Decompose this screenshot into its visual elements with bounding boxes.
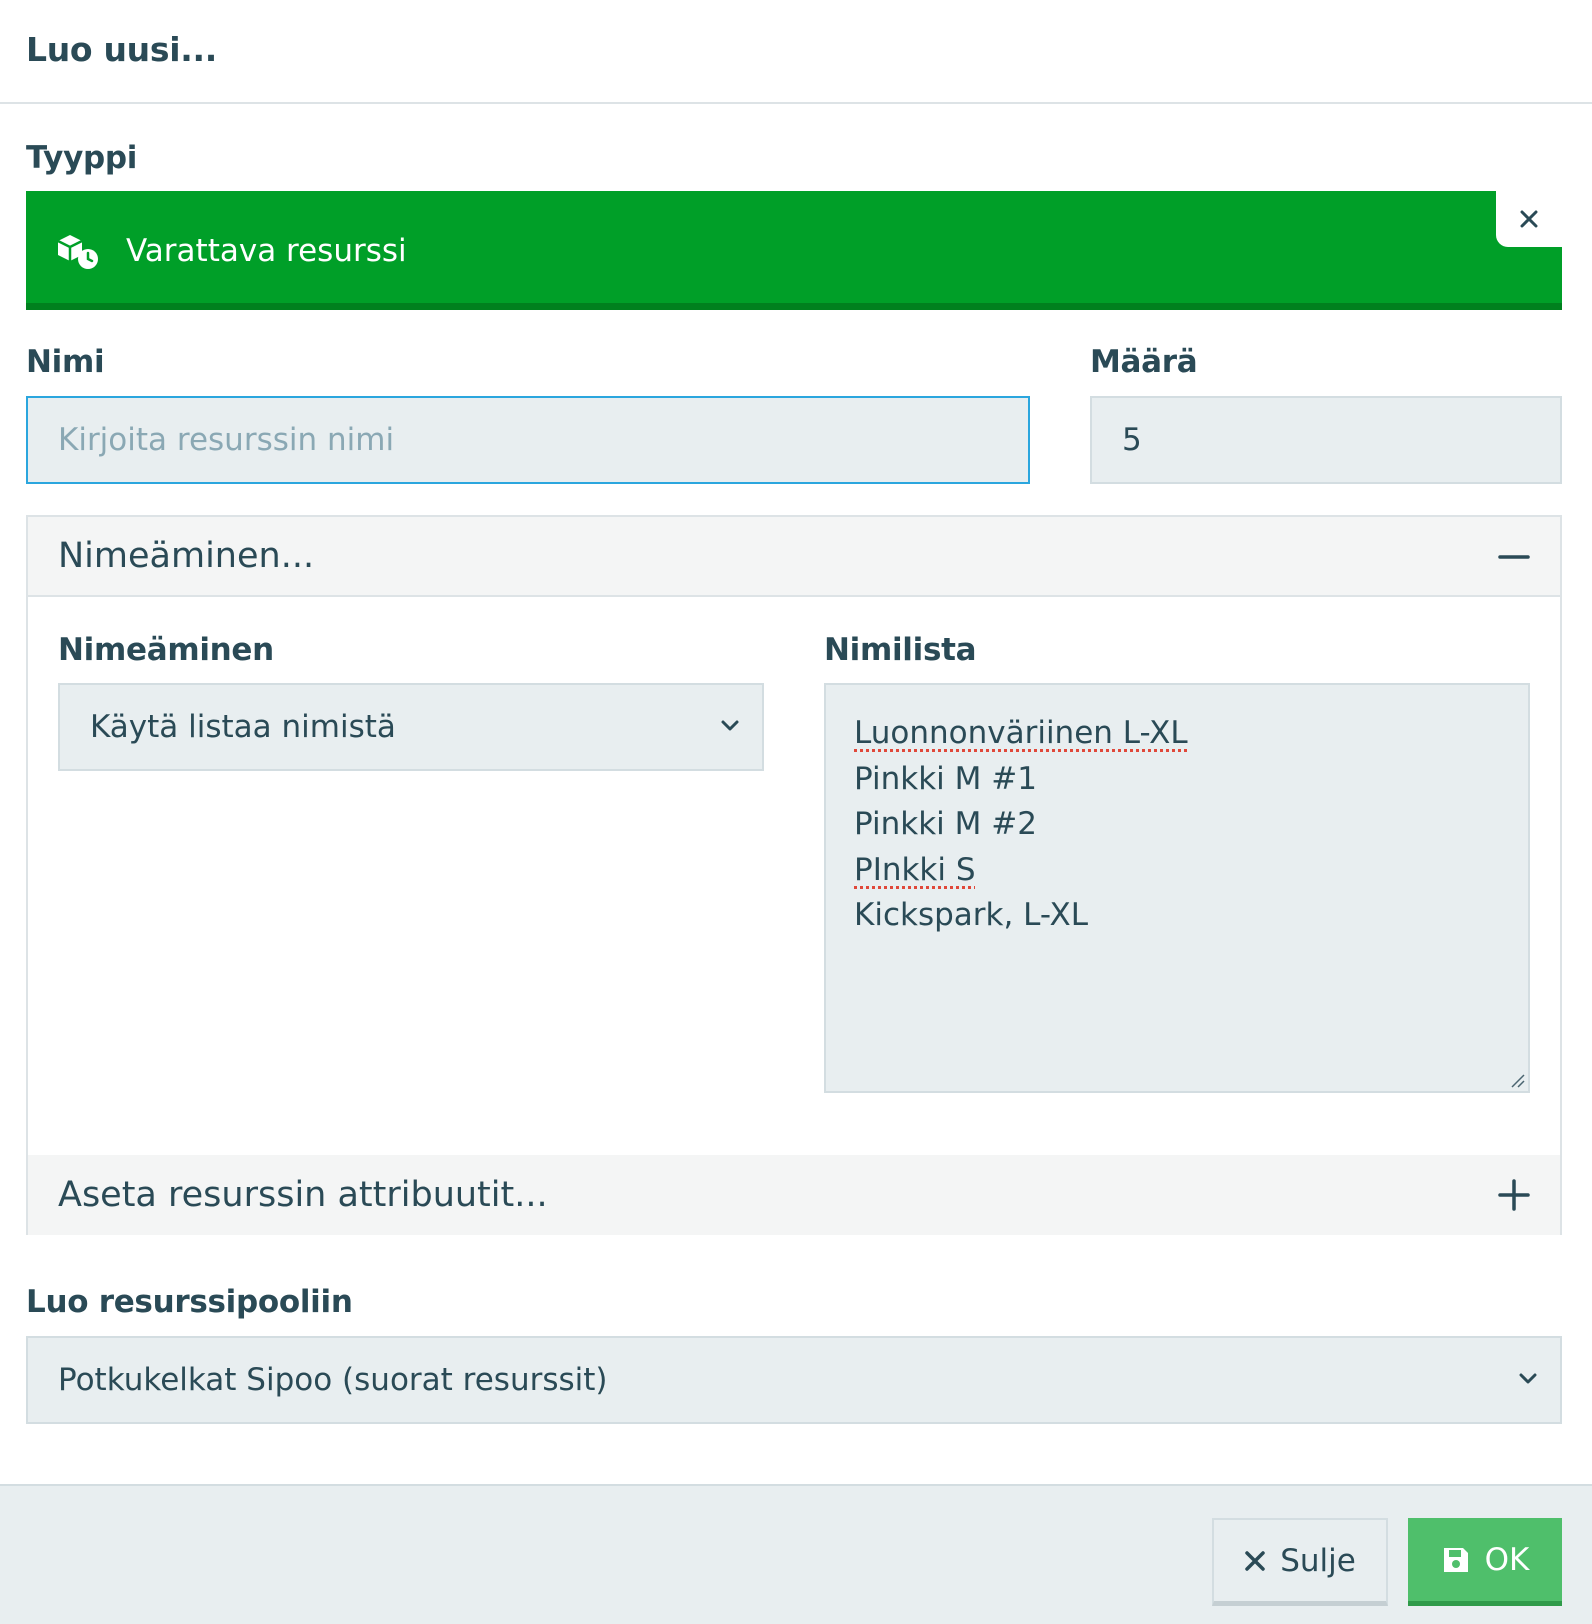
- naming-section-header[interactable]: Nimeäminen...: [28, 517, 1560, 597]
- naming-label: Nimeäminen: [58, 632, 274, 668]
- namelist-textarea[interactable]: Luonnonväriinen L-XL Pinkki M #1 Pinkki …: [824, 683, 1530, 1093]
- pool-label: Luo resurssipooliin: [26, 1284, 353, 1320]
- close-icon: [1520, 210, 1538, 228]
- name-placeholder: Kirjoita resurssin nimi: [58, 422, 395, 458]
- close-icon: [1245, 1550, 1265, 1571]
- type-value: Varattava resurssi: [126, 233, 407, 269]
- resize-handle-icon[interactable]: [1509, 1072, 1525, 1088]
- type-selection-bar[interactable]: Varattava resurssi: [26, 191, 1562, 310]
- type-clear-button[interactable]: [1496, 191, 1562, 247]
- name-input[interactable]: Kirjoita resurssin nimi: [26, 396, 1030, 484]
- close-button-label: Sulje: [1280, 1542, 1356, 1579]
- dialog-title: Luo uusi...: [26, 30, 217, 69]
- namelist-line: PInkki S: [854, 848, 1500, 894]
- namelist-line: Luonnonväriinen L-XL: [854, 711, 1500, 757]
- namelist-line-text: PInkki S: [854, 851, 976, 888]
- namelist-label: Nimilista: [824, 632, 977, 668]
- namelist-line: Pinkki M #2: [854, 806, 1037, 842]
- minus-icon[interactable]: [1498, 541, 1530, 573]
- save-icon: [1443, 1547, 1468, 1572]
- naming-select[interactable]: Käytä listaa nimistä: [58, 683, 764, 771]
- quantity-label: Määrä: [1090, 344, 1198, 380]
- plus-icon[interactable]: [1498, 1179, 1530, 1211]
- namelist-line: Kickspark, L-XL: [854, 897, 1089, 933]
- namelist-line-text: Luonnonväriinen L-XL: [854, 715, 1188, 751]
- naming-section-title: Nimeäminen...: [58, 536, 315, 576]
- chevron-down-icon: [1519, 1373, 1537, 1384]
- ok-button[interactable]: OK: [1408, 1518, 1562, 1606]
- ok-button-label: OK: [1484, 1541, 1530, 1578]
- namelist-line: Pinkki M #1: [854, 760, 1037, 797]
- create-new-dialog: Luo uusi... Tyyppi Varattava resurssi Ni…: [0, 0, 1592, 1624]
- name-label: Nimi: [26, 344, 105, 380]
- pool-select[interactable]: Potkukelkat Sipoo (suorat resurssit): [26, 1336, 1562, 1424]
- dialog-footer: Sulje OK: [0, 1484, 1592, 1624]
- type-label: Tyyppi: [26, 140, 138, 176]
- attributes-section-title: Aseta resurssin attribuutit...: [58, 1175, 548, 1215]
- resource-clock-icon: [57, 235, 98, 269]
- naming-select-value: Käytä listaa nimistä: [90, 709, 396, 745]
- dialog-header: Luo uusi...: [0, 0, 1592, 104]
- pool-select-value: Potkukelkat Sipoo (suorat resurssit): [58, 1362, 608, 1398]
- close-button[interactable]: Sulje: [1212, 1518, 1388, 1606]
- chevron-down-icon: [721, 720, 739, 731]
- quantity-input[interactable]: 5: [1090, 396, 1562, 484]
- attributes-section-header[interactable]: Aseta resurssin attribuutit...: [28, 1155, 1560, 1235]
- quantity-value: 5: [1122, 422, 1142, 458]
